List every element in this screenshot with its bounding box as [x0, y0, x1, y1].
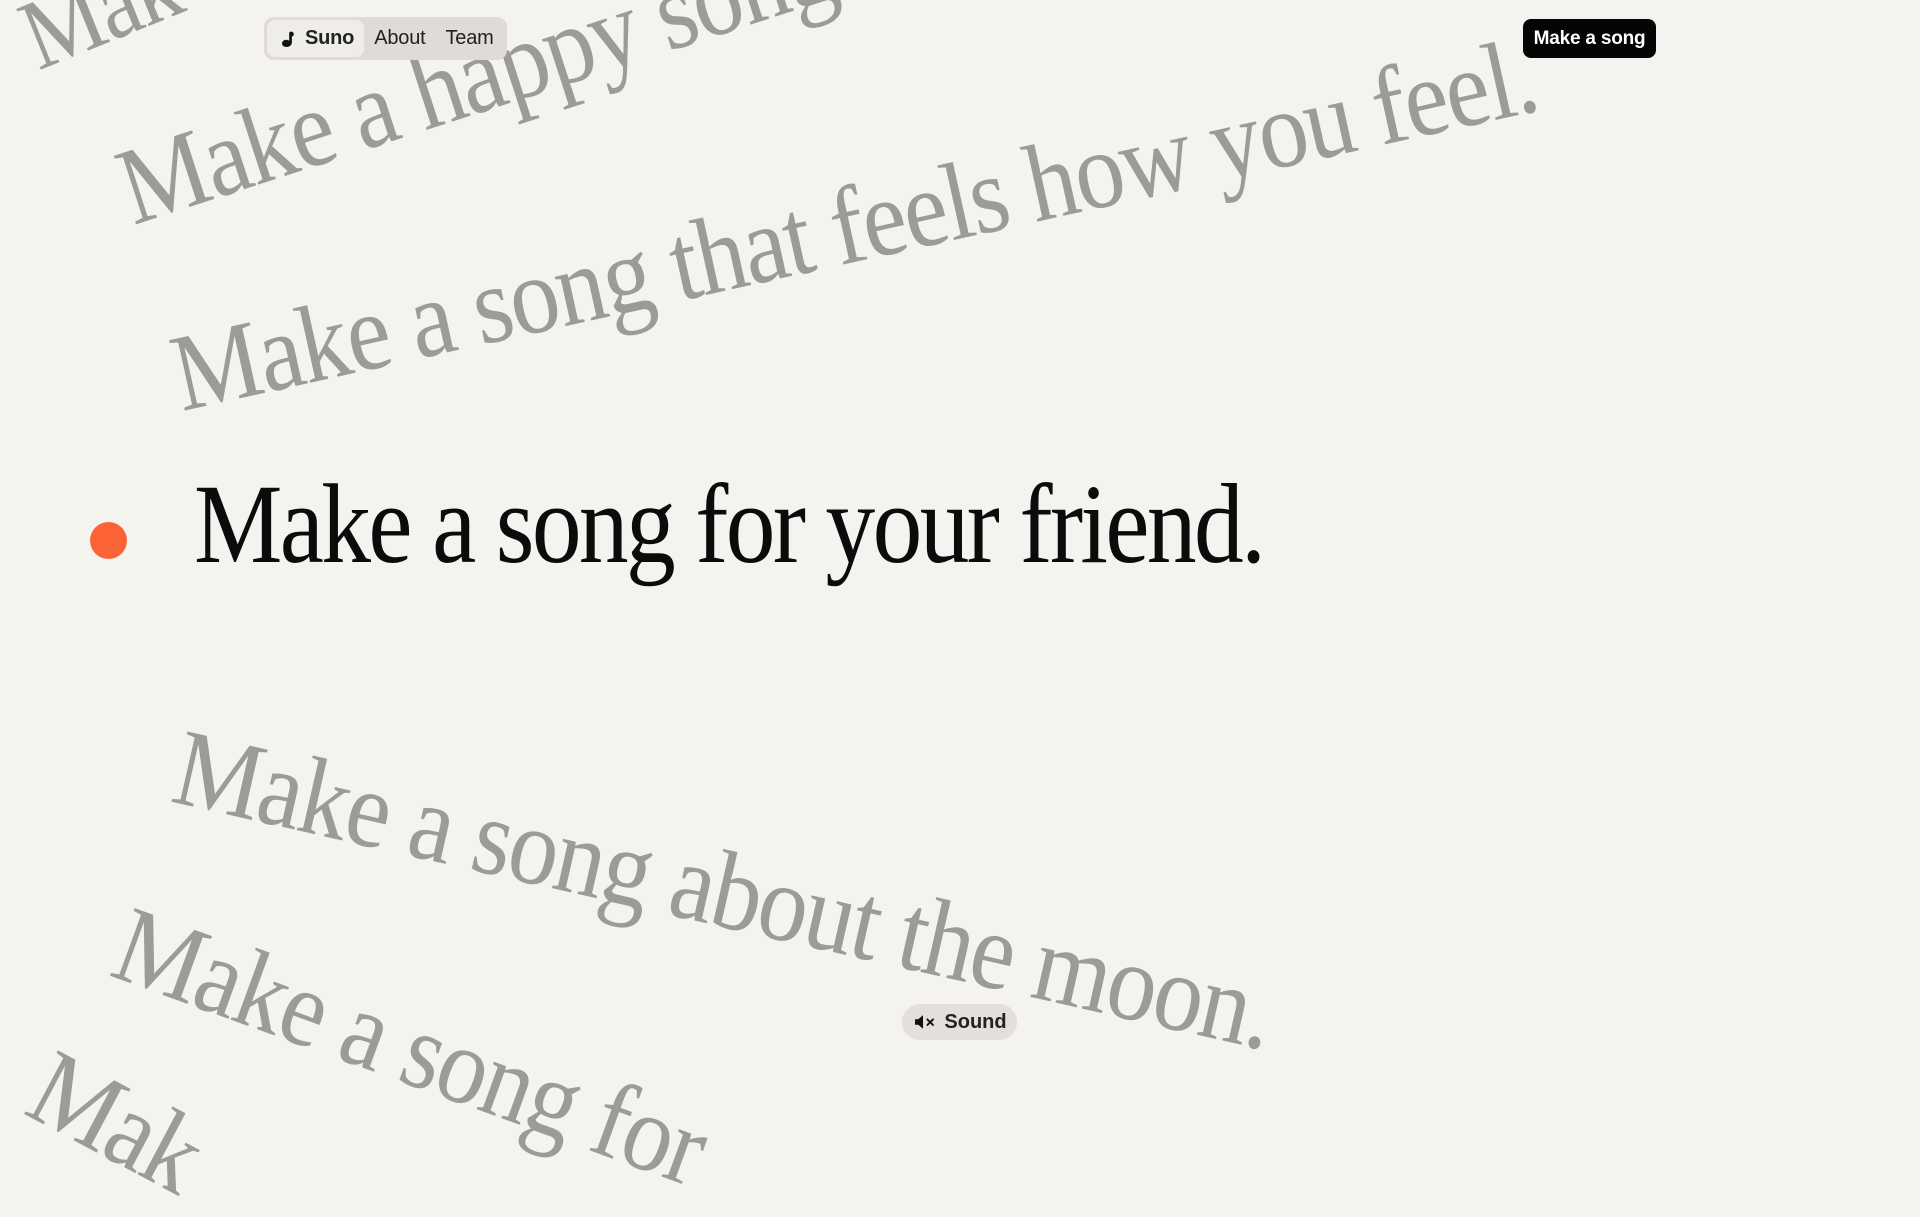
nav-item-about[interactable]: About	[364, 20, 435, 57]
suno-logo-icon	[277, 28, 299, 50]
nav-item-team[interactable]: Team	[435, 20, 503, 57]
make-a-song-button[interactable]: Make a song	[1523, 19, 1656, 58]
ghost-line-6: Mak	[10, 1026, 224, 1217]
nav-item-label: Suno	[305, 27, 355, 49]
nav-item-suno[interactable]: Suno	[267, 20, 365, 57]
speaker-muted-icon	[912, 1010, 936, 1034]
top-nav: Suno About Team	[264, 17, 507, 60]
sound-toggle-button[interactable]: Sound	[902, 1004, 1017, 1040]
accent-dot	[90, 522, 127, 559]
ghost-line-1: Mak	[5, 0, 195, 91]
sound-label: Sound	[944, 1010, 1007, 1033]
nav-item-label: About	[374, 27, 426, 49]
nav-item-label: Team	[445, 27, 494, 49]
hero-headline: Make a song for your friend.	[194, 462, 1266, 587]
